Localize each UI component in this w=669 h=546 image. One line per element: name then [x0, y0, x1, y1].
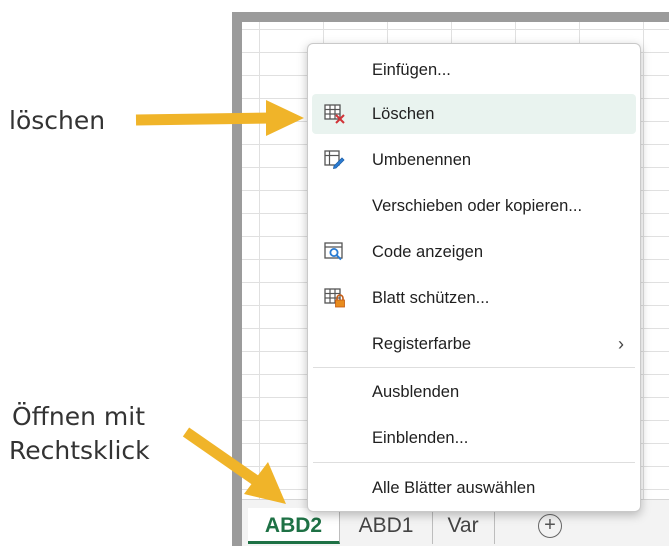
arrow-to-delete [135, 100, 304, 136]
annotation-arrows [135, 100, 304, 504]
arrow-to-sheet-tab [182, 427, 286, 504]
